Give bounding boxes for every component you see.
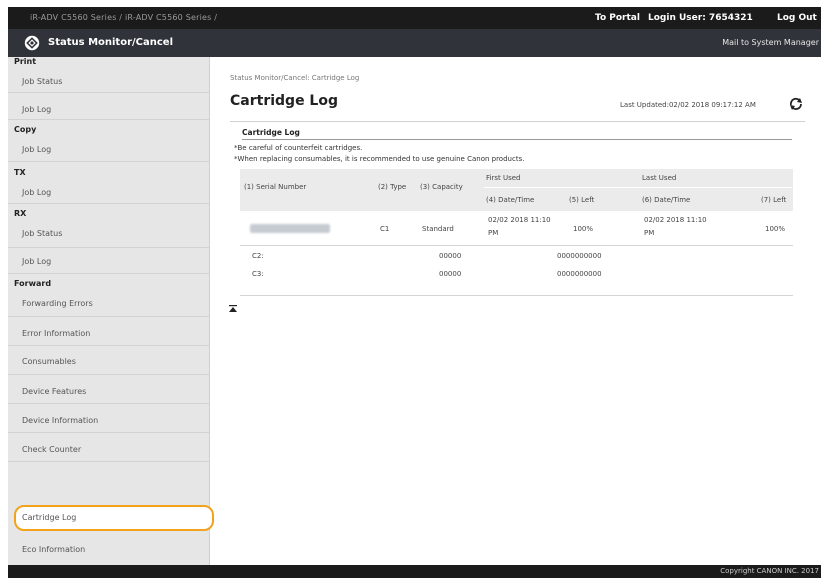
title-divider <box>230 121 805 122</box>
divider <box>8 461 210 462</box>
cell-last-date-line1: 02/02 2018 11:10 <box>644 216 707 224</box>
note-counterfeit: *Be careful of counterfeit cartridges. <box>234 144 363 152</box>
sidebar-item-consumables[interactable]: Consumables <box>22 357 76 366</box>
login-user-label: Login User: 7654321 <box>648 13 753 23</box>
header-last-used: Last Used <box>642 174 677 182</box>
divider <box>8 119 210 120</box>
cell-c3-value: 0000000000 <box>557 270 602 278</box>
sidebar-item-device-information[interactable]: Device Information <box>22 416 98 425</box>
divider <box>8 403 210 404</box>
app-title: Status Monitor/Cancel <box>48 37 174 48</box>
sidebar-item-rx-job-status[interactable]: Job Status <box>22 229 62 238</box>
sidebar-section-copy: Copy <box>14 125 37 134</box>
sidebar: Print Job Status Job Log Copy Job Log TX… <box>8 57 214 565</box>
refresh-icon[interactable] <box>788 96 804 112</box>
divider <box>8 316 210 317</box>
mail-to-system-manager-link[interactable]: Mail to System Manager <box>722 38 819 47</box>
sidebar-item-check-counter[interactable]: Check Counter <box>22 445 81 454</box>
sidebar-item-print-job-log[interactable]: Job Log <box>22 105 51 114</box>
divider <box>8 345 210 346</box>
sidebar-item-device-features[interactable]: Device Features <box>22 387 86 396</box>
cell-last-date-line2: PM <box>644 229 655 237</box>
cell-capacity: Standard <box>422 225 454 233</box>
cell-c2-value: 0000000000 <box>557 252 602 260</box>
sidebar-item-forwarding-errors[interactable]: Forwarding Errors <box>22 299 93 308</box>
header-bar: Status Monitor/Cancel Mail to System Man… <box>8 29 821 57</box>
header-last-date-time: (6) Date/Time <box>642 196 691 204</box>
sidebar-item-rx-job-log[interactable]: Job Log <box>22 257 51 266</box>
page-title: Cartridge Log <box>230 93 338 109</box>
header-first-left: (5) Left <box>569 196 595 204</box>
table-bottom-divider <box>240 295 793 296</box>
divider <box>8 273 210 274</box>
breadcrumb: Status Monitor/Cancel: Cartridge Log <box>230 74 360 82</box>
cell-c3-label: C3: <box>252 270 264 278</box>
cell-first-date-line2: PM <box>488 229 499 237</box>
divider <box>8 374 210 375</box>
sidebar-section-tx: TX <box>14 168 26 177</box>
sidebar-item-tx-job-log[interactable]: Job Log <box>22 188 51 197</box>
header-serial-number: (1) Serial Number <box>244 183 307 191</box>
cell-c2-code: 00000 <box>439 252 462 260</box>
serial-number-redacted <box>250 224 330 233</box>
cell-last-left: 100% <box>765 225 786 233</box>
last-updated-label: Last Updated:02/02 2018 09:17:12 AM <box>620 101 756 109</box>
section-title: Cartridge Log <box>242 128 300 137</box>
sidebar-item-error-information[interactable]: Error Information <box>22 329 90 338</box>
cell-type: C1 <box>380 225 390 233</box>
divider <box>8 203 210 204</box>
cell-first-date-line1: 02/02 2018 11:10 <box>488 216 551 224</box>
divider <box>8 92 210 93</box>
cell-c2-label: C2: <box>252 252 264 260</box>
status-monitor-icon <box>24 35 40 51</box>
device-product-name: iR-ADV C5560 Series / iR-ADV C5560 Serie… <box>30 13 218 22</box>
divider <box>8 161 210 162</box>
scroll-to-top-icon[interactable] <box>228 304 238 314</box>
header-type: (2) Type <box>378 183 407 191</box>
copyright-text: Copyright CANON INC. 2017 <box>720 567 819 575</box>
sidebar-item-copy-job-log[interactable]: Job Log <box>22 145 51 154</box>
header-subdivider <box>484 187 792 188</box>
divider <box>8 432 210 433</box>
log-out-link[interactable]: Log Out <box>777 13 817 23</box>
sidebar-section-forward: Forward <box>14 279 52 288</box>
header-capacity: (3) Capacity <box>420 183 463 191</box>
section-divider <box>242 139 792 140</box>
header-first-date-time: (4) Date/Time <box>486 196 535 204</box>
note-genuine: *When replacing consumables, it is recom… <box>234 155 525 163</box>
to-portal-link[interactable]: To Portal <box>595 13 640 23</box>
sidebar-section-rx: RX <box>14 209 27 218</box>
header-last-left: (7) Left <box>761 196 787 204</box>
footer: Copyright CANON INC. 2017 <box>8 565 821 578</box>
cell-c3-code: 00000 <box>439 270 462 278</box>
header-first-used: First Used <box>486 174 521 182</box>
sidebar-item-eco-information[interactable]: Eco Information <box>22 545 85 554</box>
cell-first-left: 100% <box>573 225 594 233</box>
sidebar-item-cartridge-log-label[interactable]: Cartridge Log <box>22 513 76 522</box>
divider <box>8 247 210 248</box>
sidebar-section-print: Print <box>14 57 37 66</box>
row-divider <box>240 245 793 246</box>
top-bar: iR-ADV C5560 Series / iR-ADV C5560 Serie… <box>8 7 821 29</box>
sidebar-item-print-job-status[interactable]: Job Status <box>22 77 62 86</box>
